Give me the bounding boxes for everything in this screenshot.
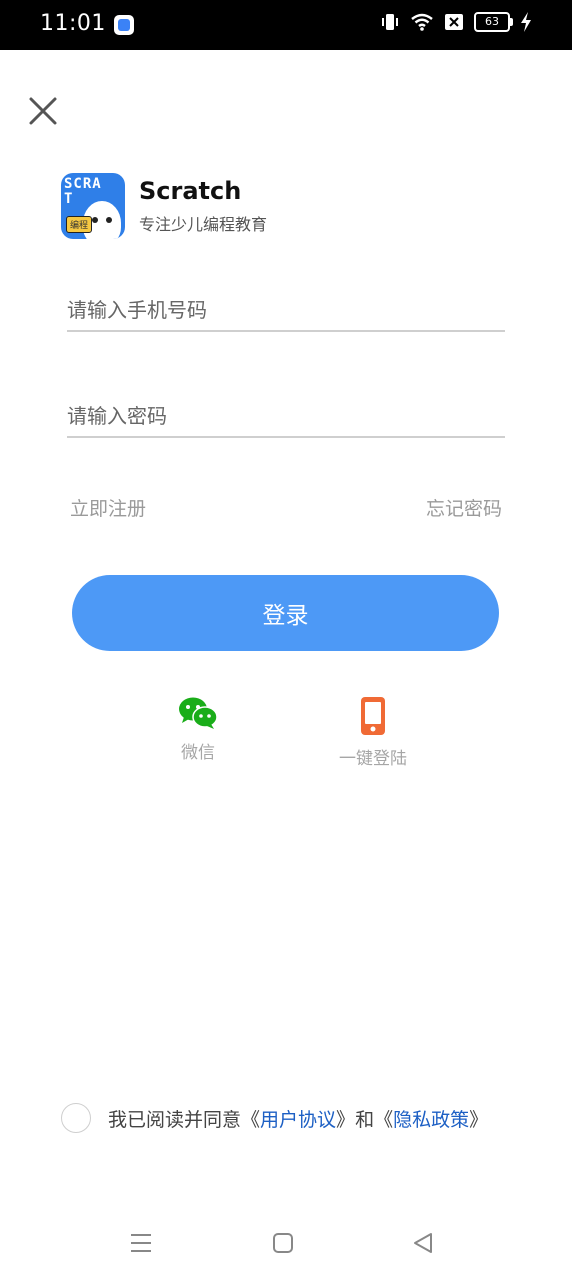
- agreement-checkbox[interactable]: [61, 1103, 91, 1133]
- status-icons: 63: [380, 12, 532, 32]
- sim-off-icon: [444, 13, 464, 31]
- bracket-close: 》: [469, 1108, 489, 1131]
- bracket-open: 《: [374, 1108, 394, 1131]
- home-icon[interactable]: [272, 1232, 294, 1258]
- phone-field: [67, 290, 505, 332]
- privacy-policy-link[interactable]: 隐私政策: [393, 1109, 469, 1131]
- agreement-prefix: 我已阅读并同意: [108, 1108, 242, 1131]
- close-icon[interactable]: [26, 94, 60, 128]
- menu-icon[interactable]: [130, 1232, 152, 1258]
- app-notification-icon: [114, 15, 134, 35]
- register-link[interactable]: 立即注册: [70, 494, 146, 521]
- mobile-phone-icon: [359, 697, 387, 740]
- bracket-open: 《: [241, 1108, 261, 1131]
- system-navigation-bar: [0, 1214, 572, 1280]
- brand-text: Scratch 专注少儿编程教育: [139, 173, 267, 239]
- login-button[interactable]: 登录: [72, 575, 499, 651]
- charging-icon: [520, 12, 532, 32]
- wechat-icon: [178, 697, 218, 734]
- password-field: [67, 396, 505, 438]
- agreement-and: 和: [355, 1108, 375, 1131]
- wifi-icon: [410, 12, 434, 32]
- onekey-login-button[interactable]: 一键登陆: [330, 696, 416, 769]
- forgot-password-link[interactable]: 忘记密码: [426, 494, 502, 521]
- brand-name: Scratch: [139, 177, 242, 205]
- app-logo: SCRA T 编程: [61, 173, 125, 239]
- back-icon[interactable]: [412, 1232, 434, 1258]
- battery-icon: 63: [474, 12, 513, 32]
- password-input[interactable]: [67, 396, 505, 436]
- vibrate-icon: [380, 12, 400, 32]
- user-agreement-link[interactable]: 用户协议: [260, 1109, 336, 1131]
- status-bar: 11:01 63: [0, 0, 572, 50]
- phone-input[interactable]: [67, 290, 505, 330]
- wechat-login-button[interactable]: 微信: [160, 696, 236, 763]
- status-time: 11:01: [40, 11, 106, 36]
- brand-slogan: 专注少儿编程教育: [139, 215, 268, 234]
- bracket-close: 》: [336, 1108, 356, 1131]
- wechat-label: 微信: [181, 743, 215, 763]
- onekey-label: 一键登陆: [339, 749, 407, 769]
- agreement-text: 我已阅读并同意《用户协议》和《隐私政策》: [108, 1105, 488, 1132]
- brand-header: SCRA T 编程 Scratch 专注少儿编程教育: [61, 173, 267, 239]
- logo-tag: 编程: [66, 216, 93, 233]
- agreement-row: 我已阅读并同意《用户协议》和《隐私政策》: [61, 1103, 488, 1133]
